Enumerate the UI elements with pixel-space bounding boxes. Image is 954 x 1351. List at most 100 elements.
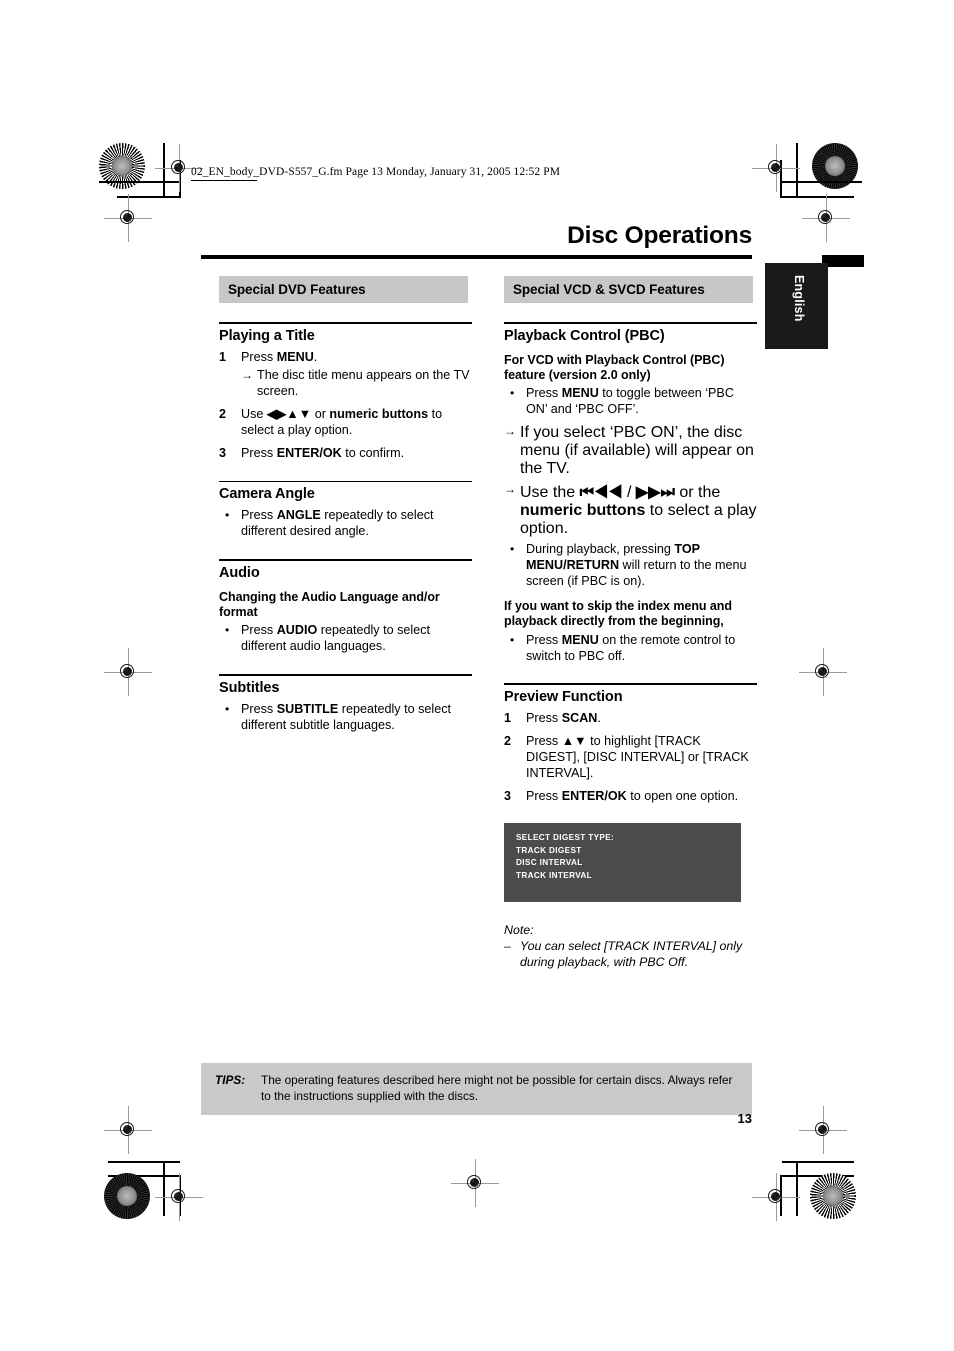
crop-line: [163, 1161, 165, 1216]
note-text: You can select [TRACK INTERVAL] only dur…: [520, 939, 743, 970]
crop-line: [179, 160, 181, 198]
color-target-top-left: [99, 143, 145, 189]
page-number: 13: [737, 1111, 752, 1126]
bullet-icon: •: [225, 508, 230, 523]
step-number: 3: [504, 789, 512, 804]
title-rule: [201, 255, 752, 259]
step-text: Press ENTER/OK to open one option.: [526, 789, 739, 804]
divider: [504, 683, 757, 686]
registration-mark: [104, 194, 152, 242]
bullet-icon: •: [225, 701, 230, 716]
heading-preview-function: Preview Function: [504, 689, 623, 706]
list-item: 1 Press MENU. → The disc title menu appe…: [219, 350, 472, 400]
note-label: Note:: [504, 923, 534, 937]
color-target-bottom-left: [104, 1173, 150, 1219]
step-result-text: The disc title menu appears on the TV sc…: [257, 367, 470, 398]
pbc-arrow-note-2: → Use the ⏮◀◀ / ▶▶⏭ or the numeric butto…: [504, 482, 757, 538]
density-bar: [822, 255, 864, 267]
crop-line: [99, 181, 179, 183]
color-target-bottom-right: [810, 1173, 856, 1219]
list-item: 2 Press ▲▼ to highlight [TRACK DIGEST], …: [504, 734, 757, 782]
divider: [219, 559, 472, 561]
registration-mark: [799, 648, 847, 696]
divider: [504, 322, 757, 324]
tips-box: TIPS: The operating features described h…: [201, 1063, 752, 1116]
crop-line: [117, 196, 181, 198]
page-title: Disc Operations: [567, 222, 752, 249]
bullet-icon: •: [225, 623, 230, 638]
steps-playing-a-title: 1 Press MENU. → The disc title menu appe…: [219, 350, 472, 462]
divider: [219, 322, 472, 324]
subheading-audio-language: Changing the Audio Language and/or forma…: [219, 589, 440, 619]
step-text: Press SCAN.: [526, 711, 601, 726]
list-item: • Press ANGLE repeatedly to select diffe…: [219, 508, 472, 540]
list-item: • Press SUBTITLE repeatedly to select di…: [219, 702, 472, 734]
crop-line: [796, 1161, 798, 1216]
list-item: • During playback, pressing TOP MENU/RET…: [504, 542, 757, 590]
list-item-text: Press SUBTITLE repeatedly to select diff…: [241, 701, 451, 732]
arrow-icon: →: [504, 424, 516, 439]
heading-subtitles: Subtitles: [219, 679, 280, 696]
bullet-icon: •: [510, 386, 515, 401]
list-item: • Press AUDIO repeatedly to select diffe…: [219, 623, 472, 655]
registration-mark: [451, 1159, 499, 1207]
registration-mark: [104, 1106, 152, 1154]
list-skip-index: • Press MENU on the remote control to sw…: [504, 633, 757, 665]
list-item: • Press MENU on the remote control to sw…: [504, 633, 757, 665]
arrow-icon: →: [504, 482, 516, 497]
list-item-text: Press MENU on the remote control to swit…: [526, 632, 736, 663]
crop-line: [179, 1175, 181, 1216]
step-text: Press ENTER/OK to confirm.: [241, 445, 405, 460]
divider: [219, 674, 472, 676]
crop-line: [780, 160, 782, 198]
registration-mark: [155, 1173, 203, 1221]
registration-mark: [752, 1173, 800, 1221]
bullet-icon: •: [510, 632, 515, 647]
list-item: 1 Press SCAN.: [504, 711, 757, 727]
subheading-skip-index-menu: If you want to skip the index menu and p…: [504, 599, 732, 629]
note-item: – You can select [TRACK INTERVAL] only d…: [504, 938, 757, 970]
registration-mark: [802, 194, 850, 242]
list-camera-angle: • Press ANGLE repeatedly to select diffe…: [219, 508, 472, 540]
list-item: • Press MENU to toggle between ‘PBC ON’ …: [504, 386, 757, 418]
registration-mark: [752, 144, 800, 192]
section-band-dvd: Special DVD Features: [219, 276, 468, 303]
color-target-top-right: [812, 143, 858, 189]
pbc-arrow-note-1: → If you select ‘PBC ON’, the disc menu …: [504, 424, 757, 478]
arrow-icon: →: [241, 367, 253, 382]
divider: [219, 480, 472, 483]
bullet-icon: •: [510, 542, 515, 557]
subheading-vcd-pbc: For VCD with Playback Control (PBC) feat…: [504, 352, 725, 382]
list-item-text: Press AUDIO repeatedly to select differe…: [241, 623, 431, 654]
list-item: 3 Press ENTER/OK to confirm.: [219, 446, 472, 462]
right-column: Special VCD & SVCD Features Playback Con…: [504, 276, 757, 970]
steps-preview-function: 1 Press SCAN. 2 Press ▲▼ to highlight [T…: [504, 711, 757, 805]
heading-playing-a-title: Playing a Title: [219, 327, 315, 344]
step-text: Press ▲▼ to highlight [TRACK DIGEST], [D…: [526, 734, 749, 781]
list-subtitles: • Press SUBTITLE repeatedly to select di…: [219, 702, 472, 734]
dash-icon: –: [504, 939, 511, 953]
filemaker-header-underline: [191, 180, 257, 181]
heading-audio: Audio: [219, 564, 260, 581]
list-item: 3 Press ENTER/OK to open one option.: [504, 789, 757, 805]
registration-mark: [104, 648, 152, 696]
crop-line: [782, 1175, 854, 1177]
list-pbc-2: • During playback, pressing TOP MENU/RET…: [504, 542, 757, 590]
crop-line: [782, 1161, 854, 1163]
osd-option-track-interval: TRACK INTERVAL: [516, 871, 593, 881]
step-number: 1: [219, 349, 227, 364]
arrow-text: If you select ‘PBC ON’, the disc menu (i…: [520, 424, 754, 478]
step-result: → The disc title menu appears on the TV …: [241, 368, 472, 400]
crop-line: [782, 181, 862, 183]
registration-mark: [155, 144, 203, 192]
step-text: Use ◀▶▲▼ or numeric buttons to select a …: [241, 406, 443, 437]
osd-screen-preview: SELECT DIGEST TYPE: TRACK DIGEST DISC IN…: [504, 823, 741, 902]
step-number: 3: [219, 445, 227, 460]
heading-camera-angle: Camera Angle: [219, 486, 315, 503]
osd-title: SELECT DIGEST TYPE:: [516, 833, 615, 842]
step-text: Press MENU.: [241, 349, 318, 364]
tips-label: TIPS:: [215, 1073, 246, 1087]
registration-mark: [799, 1106, 847, 1154]
list-item: 2 Use ◀▶▲▼ or numeric buttons to select …: [219, 407, 472, 439]
language-tab-label: English: [792, 275, 806, 322]
